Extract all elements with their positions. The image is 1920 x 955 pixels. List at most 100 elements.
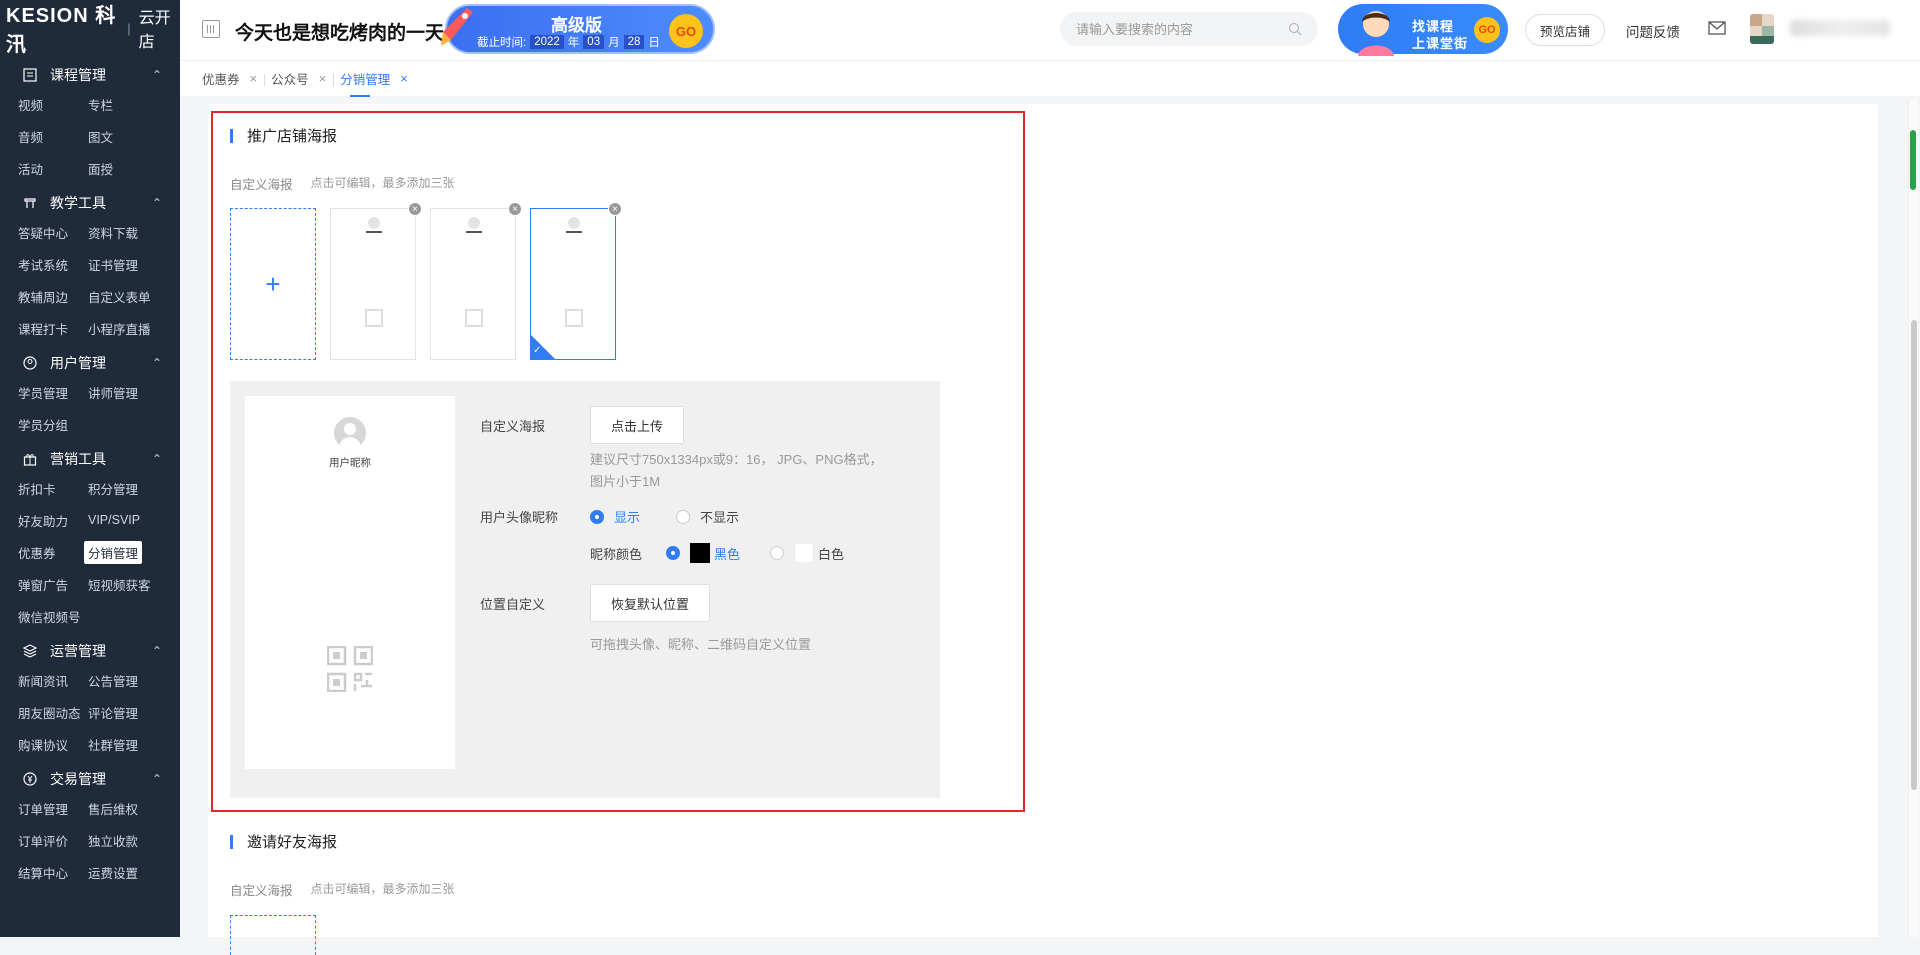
sidebar-item-payment[interactable]: 独立收款 [88,824,178,856]
add-poster-button[interactable]: + [230,208,316,360]
reset-position-button[interactable]: 恢复默认位置 [590,584,711,622]
sidebar-item-discount-card[interactable]: 折扣卡 [18,472,88,504]
chevron-up-icon: ⌃ [151,452,162,466]
chevron-up-icon: ⌃ [151,68,162,82]
search-box [1060,12,1318,46]
tab-coupon[interactable]: 优惠券 × [202,61,266,97]
rocket-icon [441,8,473,46]
sidebar-item-offline[interactable]: 面授 [88,152,178,184]
mail-icon[interactable] [1708,21,1726,35]
remove-icon[interactable]: × [508,202,522,216]
avatar[interactable] [1750,14,1774,44]
sidebar-group-user[interactable]: 用户管理 ⌃ [0,350,180,376]
position-hint: 可拖拽头像、昵称、二维码自定义位置 [590,637,812,652]
sidebar-item-agreement[interactable]: 购课协议 [18,728,88,760]
sidebar-item-qa[interactable]: 答疑中心 [18,216,88,248]
sidebar-item-shipping[interactable]: 运费设置 [88,856,178,888]
sidebar-item-merch[interactable]: 教辅周边 [18,280,88,312]
sidebar-item-column[interactable]: 专栏 [88,88,178,120]
remove-icon[interactable]: × [408,202,422,216]
sidebar-item-wechat-channels[interactable]: 微信视频号 [18,600,88,632]
sidebar-item-short-video[interactable]: 短视频获客 [88,568,178,600]
find-course-banner[interactable]: 找课程 上课堂街 GO [1338,4,1508,56]
sidebar-item-after-sales[interactable]: 售后维权 [88,792,178,824]
sidebar-item-lecturers[interactable]: 讲师管理 [88,376,178,408]
sidebar-item-comments[interactable]: 评论管理 [88,696,178,728]
sidebar-item-announcements[interactable]: 公告管理 [88,664,178,696]
poster-list: + × × × [230,202,622,360]
qr-code-icon [365,309,383,327]
add-poster-button[interactable] [230,915,316,955]
shop-name: 云开店 [138,10,171,51]
sidebar-item-activity[interactable]: 活动 [18,152,88,184]
show-avatar-radio[interactable]: 显示 [590,507,640,526]
sidebar-item-exam[interactable]: 考试系统 [18,248,88,280]
hide-avatar-radio[interactable]: 不显示 [676,507,739,526]
sidebar-item-moments[interactable]: 朋友圈动态 [18,696,88,728]
promo-go-button[interactable]: GO [1474,17,1500,43]
sidebar-item-coupon[interactable]: 优惠券 [18,536,88,568]
search-icon[interactable] [1288,22,1302,36]
sidebar-item-certificate[interactable]: 证书管理 [88,248,178,280]
sidebar-item-audio[interactable]: 音频 [18,120,88,152]
gift-icon [22,451,38,467]
sidebar-item-community[interactable]: 社群管理 [88,728,178,760]
sidebar-item-distribution[interactable]: 分销管理 [84,536,178,568]
section-invite-poster: 邀请好友海报 [230,831,337,852]
close-icon[interactable]: × [319,71,327,86]
color-black-radio[interactable]: 黑色 [666,543,740,563]
sidebar-item-news[interactable]: 新闻资讯 [18,664,88,696]
sidebar-item-settlement[interactable]: 结算中心 [18,856,88,888]
sidebar-item-vip[interactable]: VIP/SVIP [88,504,178,536]
sidebar-item-friend-assist[interactable]: 好友助力 [18,504,88,536]
preview-nickname[interactable]: 用户昵称 [245,455,455,470]
search-input[interactable] [1076,21,1288,37]
sidebar-item-article[interactable]: 图文 [88,120,178,152]
scrollbar[interactable] [1908,100,1918,937]
sidebar-item-popup-ad[interactable]: 弹窗广告 [18,568,88,600]
user-name-blurred[interactable] [1790,20,1890,36]
avatar-placeholder-icon[interactable] [334,417,366,449]
main-content: 推广店铺海报 自定义海报 点击可编辑，最多添加三张 + × × × 用户昵称 [208,104,1878,955]
position-label: 位置自定义 [480,596,546,612]
poster-thumbnail[interactable]: × [430,202,522,360]
go-button[interactable]: GO [669,14,703,48]
feedback-link[interactable]: 问题反馈 [1626,21,1680,41]
yen-icon [22,771,38,787]
tab-distribution[interactable]: 分销管理 × [340,61,408,97]
sidebar-item-order-reviews[interactable]: 订单评价 [18,824,88,856]
sidebar-group-trade[interactable]: 交易管理 ⌃ [0,766,180,792]
sidebar-item-students[interactable]: 学员管理 [18,376,88,408]
sidebar-item-points[interactable]: 积分管理 [88,472,178,504]
close-icon[interactable]: × [250,71,258,86]
upload-label: 自定义海报 [480,418,546,434]
poster-thumbnail-selected[interactable]: × [530,202,622,360]
upload-button[interactable]: 点击上传 [590,406,685,444]
poster-preview[interactable]: 用户昵称 [245,396,455,769]
scroll-indicator [1910,130,1916,190]
sidebar-item-student-groups[interactable]: 学员分组 [18,408,88,440]
user-icon [22,355,38,371]
sidebar-item-video[interactable]: 视频 [18,88,88,120]
sidebar-item-miniprogram-live[interactable]: 小程序直播 [88,312,178,344]
poster-thumbnail[interactable]: × [330,202,422,360]
close-icon[interactable]: × [400,71,408,86]
sidebar-item-form[interactable]: 自定义表单 [88,280,178,312]
sidebar-item-download[interactable]: 资料下载 [88,216,178,248]
tab-official-account[interactable]: 公众号 × [271,61,335,97]
logo[interactable]: KESION 科汛 | 云开店 [0,0,180,56]
color-white-radio[interactable]: 白色 [770,543,844,563]
sidebar-item-orders[interactable]: 订单管理 [18,792,88,824]
sidebar-group-operations[interactable]: 运营管理 ⌃ [0,638,180,664]
sidebar-group-marketing[interactable]: 营销工具 ⌃ [0,446,180,472]
section-shop-poster: 推广店铺海报 [230,125,337,146]
menu-collapse-icon[interactable] [202,20,220,38]
sidebar-group-course[interactable]: 课程管理 ⌃ [0,62,180,88]
edition-badge[interactable]: 高级版 截止时间: 2022 年 03 月 28 日 GO [441,4,715,54]
remove-icon[interactable]: × [608,202,622,216]
tools-icon [22,195,38,211]
sidebar-group-teaching[interactable]: 教学工具 ⌃ [0,190,180,216]
preview-shop-button[interactable]: 预览店铺 [1525,14,1605,46]
sidebar-item-checkin[interactable]: 课程打卡 [18,312,88,344]
qr-code-icon[interactable] [327,646,373,692]
